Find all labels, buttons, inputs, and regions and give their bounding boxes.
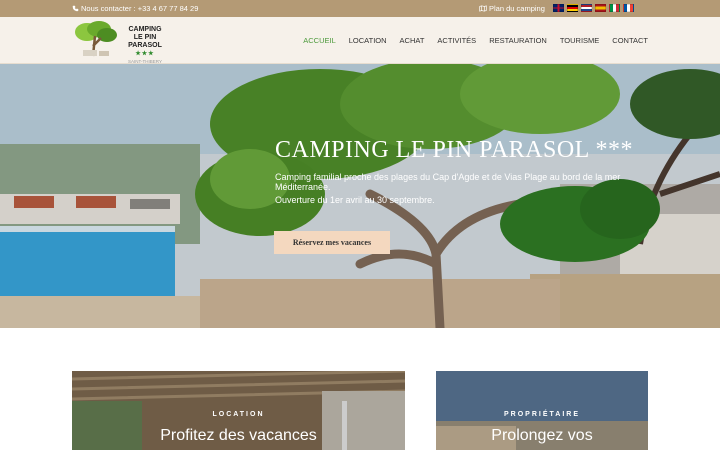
nav-item-activites[interactable]: ACTIVITÉS [437,36,476,45]
book-vacation-button[interactable]: Réservez mes vacances [274,231,390,254]
hero-opening-dates: Ouverture du 1er avril au 30 septembre. [275,195,435,205]
nav-item-restauration[interactable]: RESTAURATION [489,36,547,45]
nav-item-contact[interactable]: CONTACT [612,36,648,45]
logo-stars: ★★★ [135,51,155,57]
dutch-flag-icon[interactable] [581,4,592,12]
logo-line1: CAMPING [128,26,162,33]
hero-title: CAMPING LE PIN PARASOL *** [275,137,633,163]
hero-banner: CAMPING LE PIN PARASOL *** Camping famil… [0,64,720,328]
contact-text: Nous contacter : +33 4 67 77 84 29 [81,4,199,13]
site-header: CAMPING LE PIN PARASOL ★★★ SAINT-THIBERY… [0,17,720,64]
campsite-map-link[interactable]: Plan du camping [479,4,545,13]
italian-flag-icon[interactable] [609,4,620,12]
pine-tree-logo-icon [75,21,117,57]
phone-icon [72,5,79,12]
page: Nous contacter : +33 4 67 77 84 29 Plan … [0,0,720,450]
card-owner-kicker: PROPRIÉTAIRE [504,411,580,418]
site-logo[interactable]: CAMPING LE PIN PARASOL ★★★ SAINT-THIBERY [73,20,168,64]
card-owner[interactable]: PROPRIÉTAIRE Prolongez vos [436,371,648,450]
nav-item-location[interactable]: LOCATION [349,36,387,45]
hero-subtitle: Camping familial proche des plages du Ca… [275,172,621,192]
nav-item-accueil[interactable]: ACCUEIL [303,36,336,45]
card-location-title: Profitez des vacances [160,427,317,444]
contact-link[interactable]: Nous contacter : +33 4 67 77 84 29 [72,4,198,13]
language-switcher [553,4,634,12]
nav-item-achat[interactable]: ACHAT [400,36,425,45]
german-flag-icon[interactable] [567,4,578,12]
card-owner-title: Prolongez vos [491,427,593,444]
logo-text: CAMPING LE PIN PARASOL ★★★ SAINT-THIBERY [120,26,170,66]
card-location[interactable]: LOCATION Profitez des vacances [72,371,405,450]
french-flag-icon[interactable] [623,4,634,12]
logo-line2: LE PIN PARASOL [128,34,162,49]
english-flag-icon[interactable] [553,4,564,12]
campsite-map-label: Plan du camping [489,4,545,13]
top-bar: Nous contacter : +33 4 67 77 84 29 Plan … [0,0,720,17]
main-nav: ACCUEIL LOCATION ACHAT ACTIVITÉS RESTAUR… [303,36,648,45]
spanish-flag-icon[interactable] [595,4,606,12]
map-icon [479,5,487,12]
card-location-kicker: LOCATION [212,411,265,418]
nav-item-tourisme[interactable]: TOURISME [560,36,599,45]
